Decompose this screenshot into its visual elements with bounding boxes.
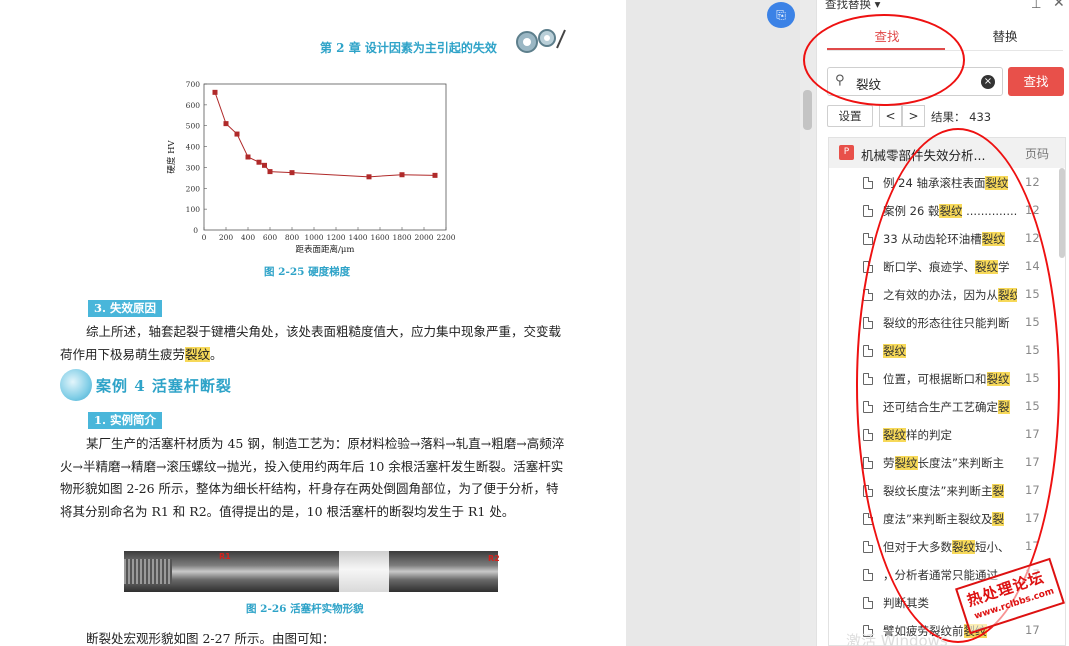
x-tick-label: 1600 [370, 233, 389, 242]
y-tick-label: 0 [193, 226, 198, 235]
data-point [289, 170, 295, 176]
document-scroll-thumb[interactable] [803, 90, 812, 130]
annotation-circle-search [803, 14, 965, 106]
x-axis-label: 距表面距离/μm [296, 244, 355, 255]
document-page: 第 2 章 设计因素为主引起的失效 0 200 400 600 800 1000 1200 1… [0, 0, 626, 646]
rod-label-band [339, 551, 389, 592]
page-icon [863, 597, 873, 609]
x-tick-label: 400 [241, 233, 256, 242]
hardness-chart: 0 200 400 600 800 1000 1200 1400 1600 1800 2000 220… [166, 80, 456, 255]
pdf-doc-icon: P [839, 145, 854, 160]
x-tick-label: 1000 [304, 233, 323, 242]
x-tick-label: 1800 [392, 233, 411, 242]
page-icon [863, 233, 873, 245]
x-tick-label: 800 [285, 233, 300, 242]
activation-watermark: 激活 Windows [846, 632, 948, 646]
series-line [214, 92, 436, 178]
result-page-number: 17 [1025, 623, 1040, 637]
x-tick-label: 0 [202, 233, 207, 242]
section-tag-cause: 3. 失效原因 [88, 300, 163, 317]
data-point [256, 159, 262, 165]
close-icon[interactable]: ✕ [1053, 0, 1065, 11]
y-tick-label: 600 [186, 101, 201, 110]
photo-label-r2: R2 [488, 554, 500, 563]
y-tick-label: 700 [186, 80, 201, 89]
find-button[interactable]: 查找 [1008, 67, 1064, 96]
y-tick-label: 400 [186, 143, 201, 152]
data-point [432, 172, 438, 178]
y-tick-label: 200 [186, 184, 201, 193]
data-point [245, 154, 251, 160]
piston-rod-photo: R1 R2 [124, 551, 500, 592]
result-page-number: 12 [1025, 175, 1040, 189]
paragraph-cause-end: 。 [210, 346, 223, 362]
data-point [366, 174, 372, 180]
globe-icon [60, 369, 92, 401]
page-column-label: 页码 [1025, 147, 1050, 161]
data-point [223, 121, 229, 127]
y-tick-label: 100 [186, 205, 201, 214]
settings-button[interactable]: 设置 [827, 105, 873, 127]
prev-result-button[interactable]: < [879, 105, 902, 127]
page-icon [863, 177, 873, 189]
chart-caption: 图 2-25 硬度梯度 [264, 266, 351, 278]
x-tick-label: 2000 [414, 233, 433, 242]
data-point [399, 172, 405, 178]
x-tick-label: 600 [263, 233, 278, 242]
y-tick-label: 300 [186, 163, 201, 172]
page-gap [626, 0, 800, 646]
photo-label-r1: R1 [219, 552, 231, 561]
x-tick-label: 2200 [436, 233, 455, 242]
x-tick-label: 1400 [348, 233, 367, 242]
result-count: 结果： 433 [931, 110, 992, 124]
chart-plot-frame [203, 83, 447, 231]
search-highlight: 裂纹 [185, 346, 211, 362]
panel-title[interactable]: 查找替换 ▾ [825, 0, 880, 12]
clear-icon[interactable]: × [981, 75, 995, 89]
floating-tool-button[interactable]: ⎘ [767, 2, 795, 28]
pin-icon[interactable]: ⊥ [1031, 0, 1041, 11]
paragraph-cause: 综上所述，轴套起裂于键槽尖角处，该处表面粗糙度值大，应力集中现象严重，交变载荷作… [60, 321, 568, 366]
photo-caption: 图 2-26 活塞杆实物形貌 [246, 603, 364, 615]
page-icon [863, 205, 873, 217]
x-tick-label: 1200 [326, 233, 345, 242]
gear-icon [516, 29, 566, 53]
paragraph-intro: 某厂生产的活塞杆材质为 45 钢，制造工艺为：原材料检验→落料→轧直→粗磨→高频… [60, 436, 565, 519]
y-axis-label: 硬度 HV [166, 140, 177, 174]
tab-replace[interactable]: 替换 [945, 26, 1065, 45]
data-point [212, 89, 218, 95]
section-tag-intro: 1. 实例简介 [88, 412, 163, 429]
page-icon [863, 569, 873, 581]
paragraph-cause-text: 综上所述，轴套起裂于键槽尖角处，该处表面粗糙度值大，应力集中现象严重，交变载荷作… [60, 324, 562, 362]
y-tick-label: 500 [186, 122, 201, 131]
chapter-header: 第 2 章 设计因素为主引起的失效 [320, 41, 497, 55]
rod-thread [124, 559, 172, 584]
data-point [267, 169, 273, 175]
next-result-button[interactable]: > [902, 105, 925, 127]
case-title: 案例 4 活塞杆断裂 [96, 376, 232, 395]
result-list-scrollbar[interactable] [1059, 168, 1065, 258]
page-icon [863, 541, 873, 553]
data-point [262, 162, 267, 168]
data-point [234, 131, 240, 137]
case-heading: 案例 4 活塞杆断裂 [60, 368, 232, 402]
paragraph-last: 断裂处宏观形貌如图 2-27 所示。由图可知： [86, 631, 335, 646]
x-tick-label: 200 [219, 233, 234, 242]
